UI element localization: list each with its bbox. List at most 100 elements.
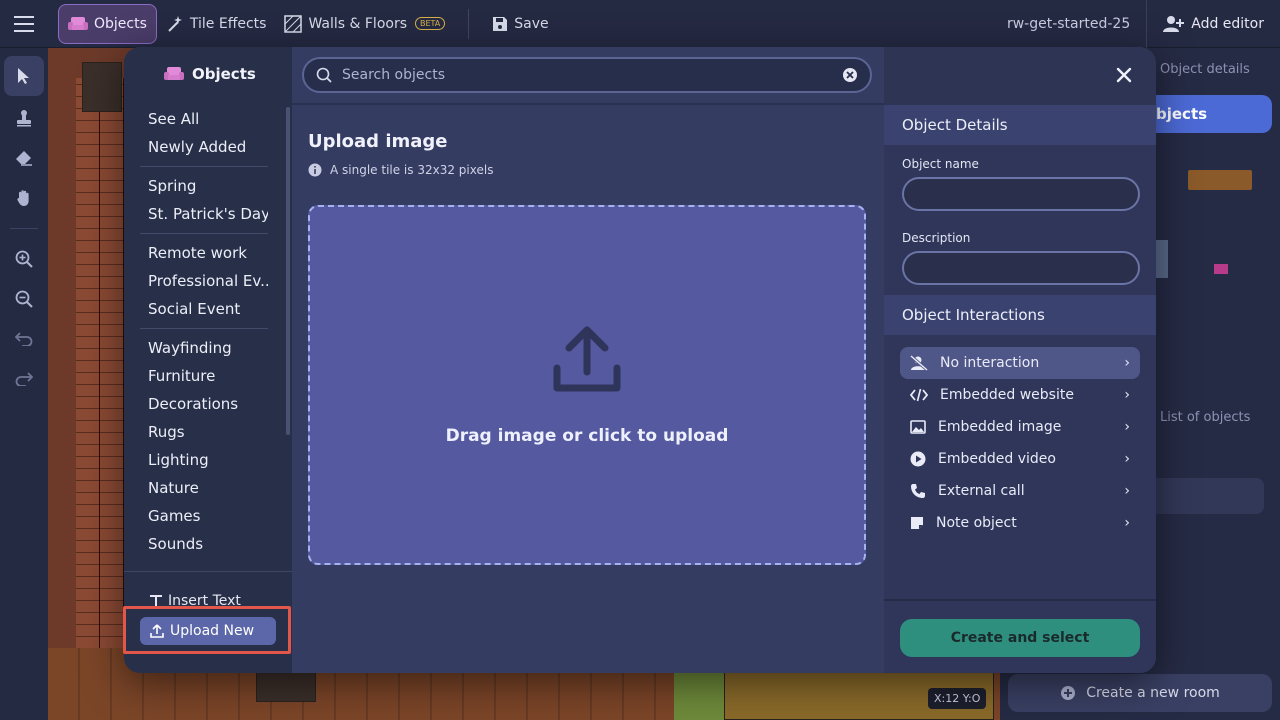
- object-thumbnail[interactable]: [1214, 264, 1228, 274]
- object-details-header: Object Details: [884, 105, 1156, 145]
- object-thumbnail[interactable]: [1156, 240, 1168, 278]
- chevron-right-icon: ›: [1124, 451, 1130, 467]
- interaction-label: Embedded website: [940, 387, 1074, 403]
- info-icon: [308, 163, 322, 177]
- menu-icon[interactable]: [0, 0, 48, 48]
- category-furniture[interactable]: Furniture: [140, 362, 268, 390]
- category-nature[interactable]: Nature: [140, 474, 268, 502]
- zoom-in-tool[interactable]: [4, 239, 44, 279]
- hand-icon: [17, 190, 29, 206]
- play-icon: [910, 451, 926, 467]
- category-wayfinding[interactable]: Wayfinding: [140, 334, 268, 362]
- create-and-select-button[interactable]: Create and select: [900, 619, 1140, 657]
- left-toolbar: [0, 48, 48, 720]
- category-divider: [140, 233, 268, 234]
- category-remote-work[interactable]: Remote work: [140, 239, 268, 267]
- description-field[interactable]: [902, 251, 1140, 285]
- interaction-label: Embedded video: [938, 451, 1056, 467]
- interaction-note-object[interactable]: Note object ›: [900, 507, 1140, 539]
- object-name-label: Object name: [902, 157, 979, 171]
- interaction-embedded-website[interactable]: Embedded website ›: [900, 379, 1140, 411]
- tile-effects-button[interactable]: Tile Effects: [157, 4, 276, 44]
- category-professional-events[interactable]: Professional Ev...: [140, 267, 268, 295]
- undo-tool[interactable]: [4, 319, 44, 359]
- category-newly-added[interactable]: Newly Added: [140, 133, 268, 161]
- toolbar-divider: [468, 8, 470, 39]
- close-icon[interactable]: [1114, 65, 1134, 85]
- floppy-disk-icon: [493, 16, 508, 31]
- map-object: [82, 62, 122, 112]
- category-sounds[interactable]: Sounds: [140, 530, 268, 558]
- category-divider: [140, 166, 268, 167]
- dropzone-text: Drag image or click to upload: [445, 426, 729, 446]
- redo-tool[interactable]: [4, 359, 44, 399]
- category-decorations[interactable]: Decorations: [140, 390, 268, 418]
- hand-tool[interactable]: [4, 178, 44, 218]
- upload-arrow-icon: [553, 326, 621, 392]
- stamp-tool[interactable]: [4, 98, 44, 138]
- search-bar[interactable]: Search objects: [302, 57, 872, 93]
- category-see-all[interactable]: See All: [140, 105, 268, 133]
- add-person-icon: [1163, 16, 1185, 32]
- map-object: [256, 672, 316, 702]
- category-lighting[interactable]: Lighting: [140, 446, 268, 474]
- image-dropzone[interactable]: Drag image or click to upload: [308, 205, 866, 565]
- create-room-button[interactable]: Create a new room: [1008, 674, 1272, 712]
- details-panel: Object Details Object name Description O…: [884, 105, 1156, 673]
- category-spring[interactable]: Spring: [140, 172, 268, 200]
- category-games[interactable]: Games: [140, 502, 268, 530]
- upload-title: Upload image: [308, 131, 448, 152]
- search-icon: [316, 67, 332, 83]
- zoom-out-tool[interactable]: [4, 279, 44, 319]
- sidebar-footer-divider: [124, 571, 292, 572]
- category-st-patricks-day[interactable]: St. Patrick's Day: [140, 200, 268, 228]
- walls-floors-button[interactable]: Walls & Floors BETA: [275, 4, 454, 44]
- save-button[interactable]: Save: [483, 4, 557, 44]
- category-rugs[interactable]: Rugs: [140, 418, 268, 446]
- phone-icon: [911, 484, 925, 498]
- chevron-right-icon: ›: [1124, 387, 1130, 403]
- chevron-right-icon: ›: [1124, 355, 1130, 371]
- select-tool[interactable]: [4, 56, 44, 96]
- objects-tab-button[interactable]: Objects: [58, 3, 157, 44]
- object-thumbnail[interactable]: [1188, 170, 1252, 190]
- plus-circle-icon: [1061, 686, 1076, 700]
- modal-title: Objects: [164, 65, 256, 83]
- person-off-icon: [910, 355, 928, 371]
- object-name-field[interactable]: [902, 177, 1140, 211]
- modal-title-text: Objects: [192, 65, 256, 83]
- cursor-icon: [18, 68, 29, 84]
- category-scrollbar[interactable]: [286, 107, 290, 435]
- redo-icon: [15, 372, 33, 386]
- coordinates-readout: X:12 Y:O: [928, 688, 987, 709]
- stamp-icon: [17, 110, 31, 127]
- objects-modal: Objects See All Newly Added Spring St. P…: [124, 47, 1156, 673]
- hatch-icon: [284, 14, 303, 33]
- note-icon: [911, 517, 923, 529]
- room-name: rw-get-started-25: [1006, 16, 1131, 32]
- list-search-field[interactable]: [1150, 478, 1264, 514]
- upload-note-text: A single tile is 32x32 pixels: [330, 163, 494, 177]
- interaction-embedded-image[interactable]: Embedded image ›: [900, 411, 1140, 443]
- interaction-embedded-video[interactable]: Embedded video ›: [900, 443, 1140, 475]
- add-editor-button[interactable]: Add editor: [1146, 0, 1280, 48]
- zoom-out-icon: [15, 290, 33, 308]
- grass-tile: [674, 668, 724, 720]
- search-input[interactable]: Search objects: [342, 67, 832, 83]
- interaction-label: No interaction: [940, 355, 1040, 371]
- code-icon: [910, 388, 928, 402]
- interaction-no-interaction[interactable]: No interaction ›: [900, 347, 1140, 379]
- tile-effects-label: Tile Effects: [189, 15, 267, 32]
- list-of-objects-tab[interactable]: List of objects: [1160, 410, 1250, 425]
- armchair-icon: [68, 16, 88, 30]
- clear-search-icon[interactable]: [842, 67, 858, 83]
- undo-icon: [15, 332, 33, 346]
- walls-floors-label: Walls & Floors: [308, 15, 407, 32]
- armchair-icon: [164, 67, 184, 80]
- interaction-external-call[interactable]: External call ›: [900, 475, 1140, 507]
- upload-area: Search objects Upload image A single til…: [292, 47, 884, 673]
- category-social-event[interactable]: Social Event: [140, 295, 268, 323]
- eraser-tool[interactable]: [4, 138, 44, 178]
- object-details-tab[interactable]: Object details: [1160, 62, 1250, 77]
- interaction-label: External call: [938, 483, 1025, 499]
